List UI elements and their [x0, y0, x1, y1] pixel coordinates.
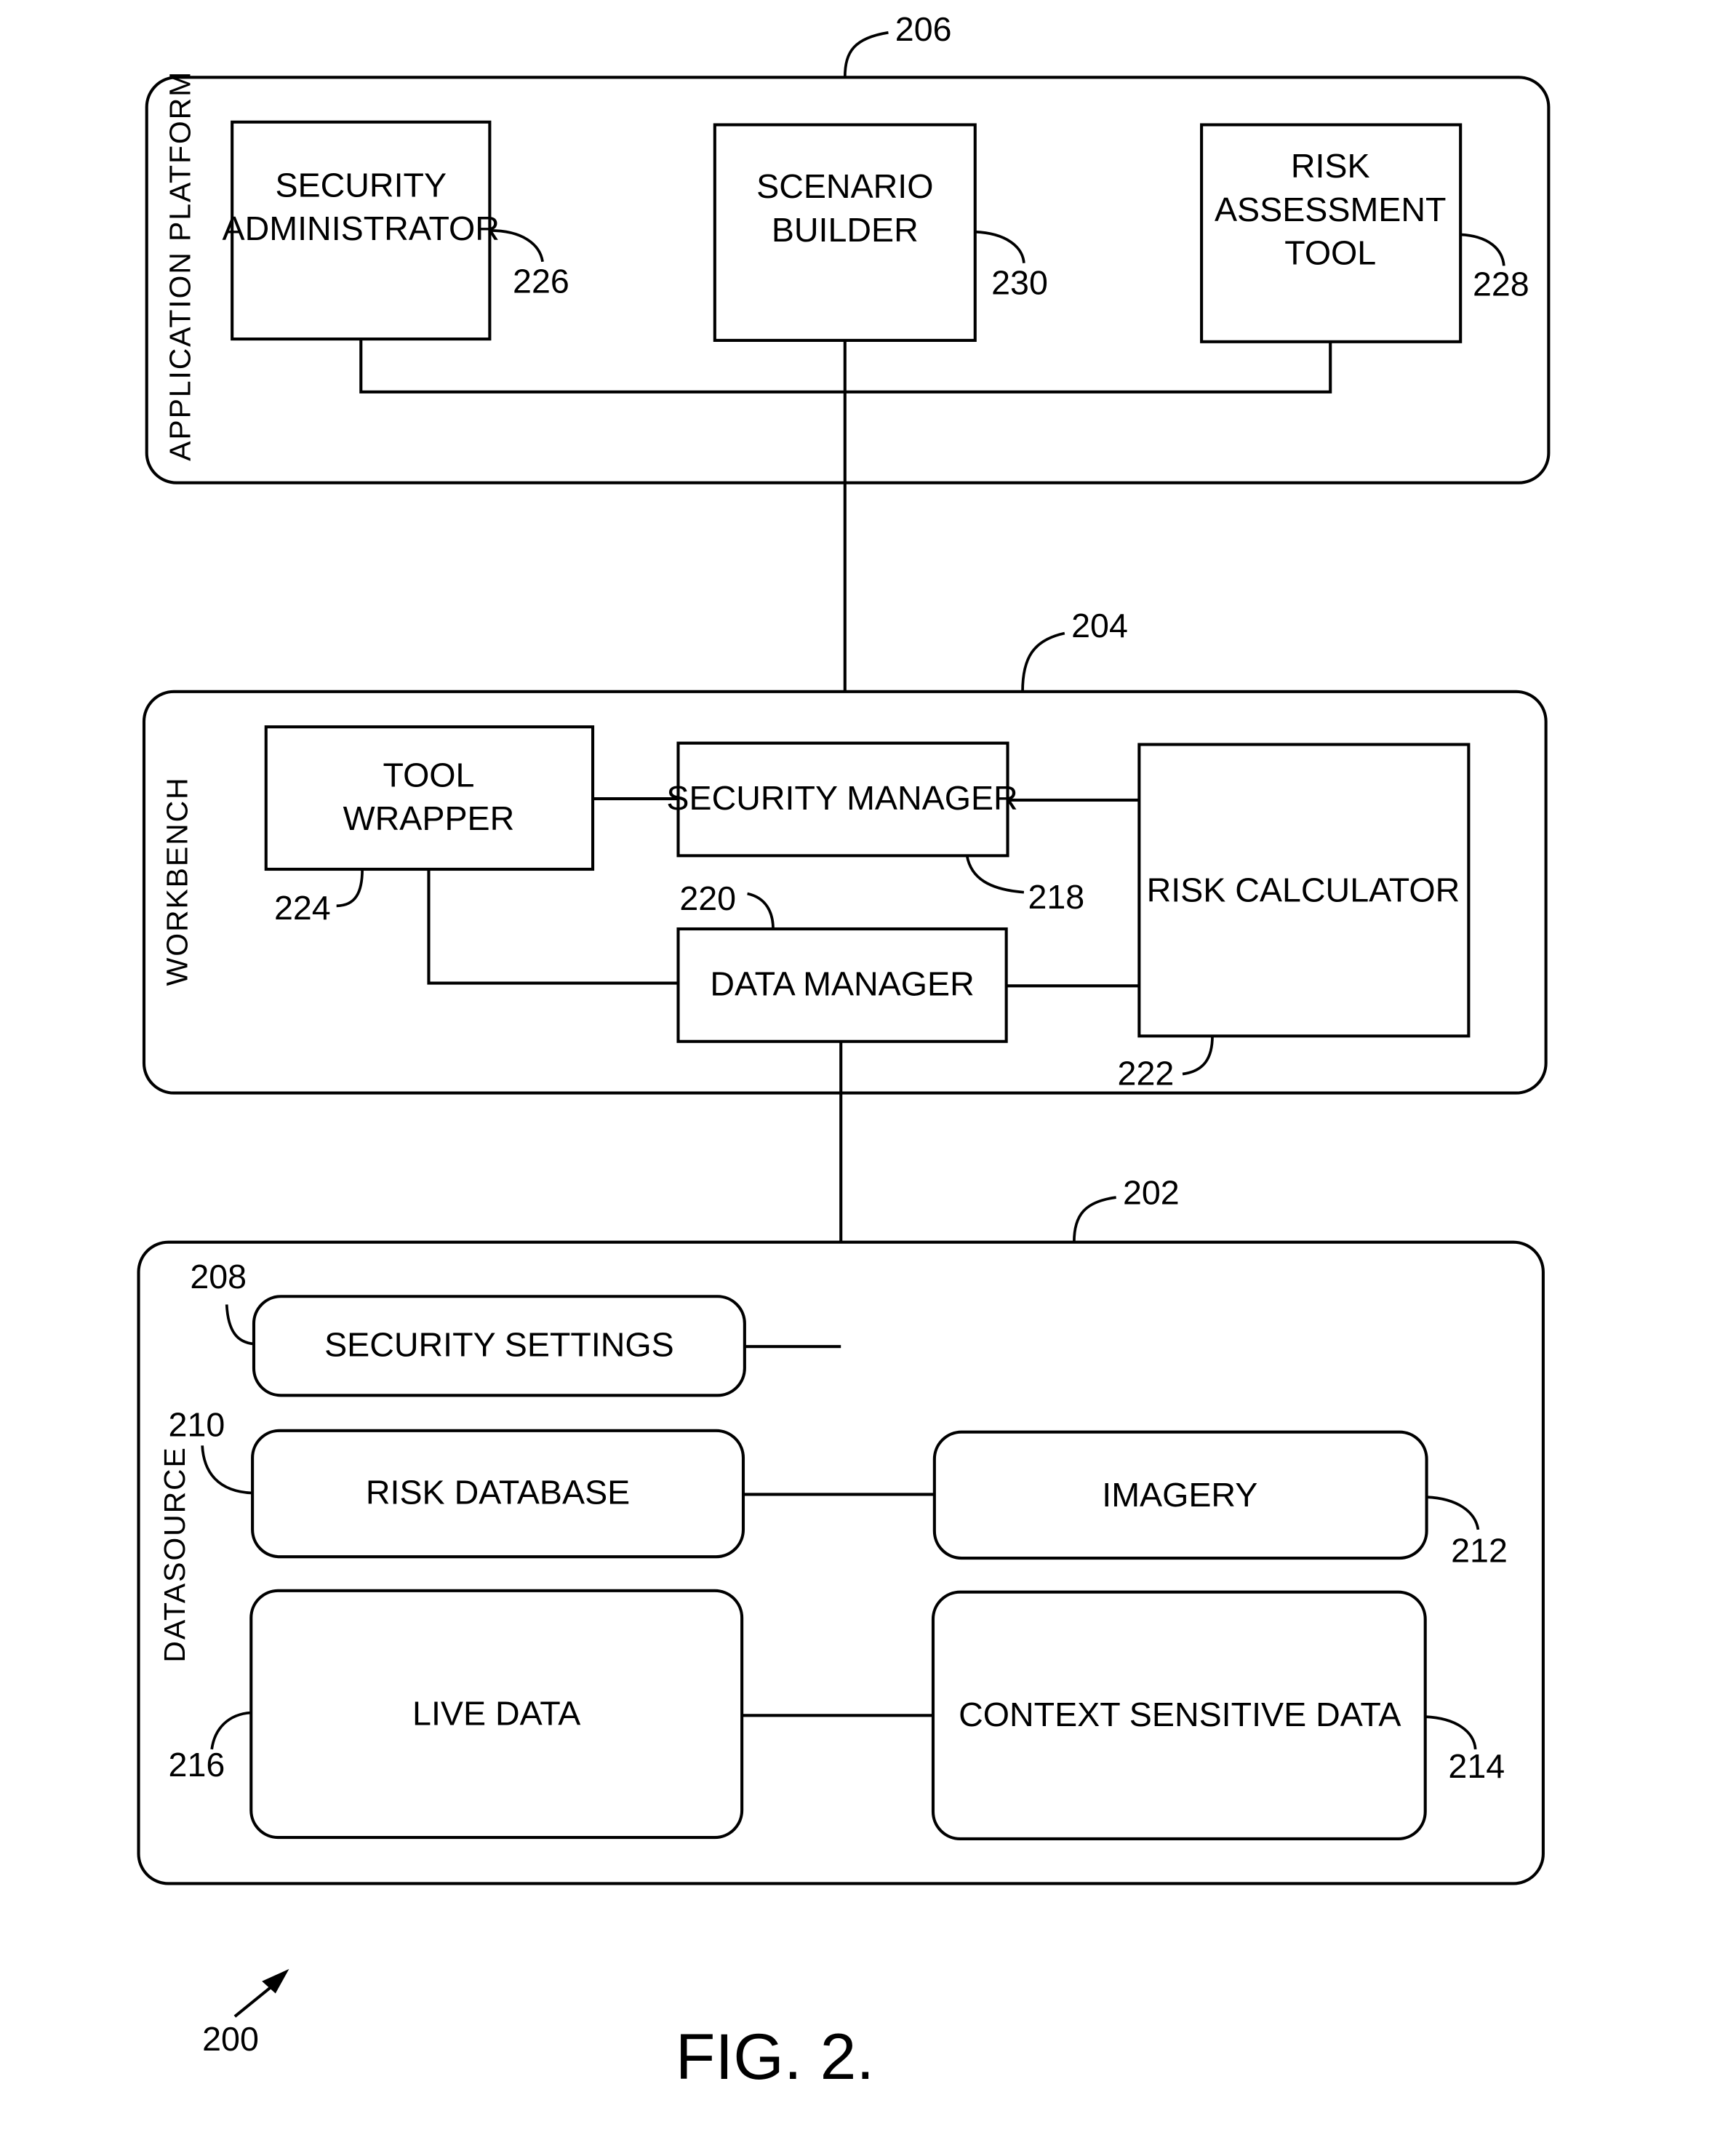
security-administrator-line2: ADMINISTRATOR [223, 209, 500, 247]
block-diagram: APPLICATION PLATFORM 206 SECURITY ADMINI… [137, 10, 1551, 2093]
workbench-label: WORKBENCH [161, 776, 194, 986]
ref-228: 228 [1473, 265, 1529, 303]
ref-214: 214 [1448, 1747, 1505, 1785]
application-platform-label: APPLICATION PLATFORM [163, 71, 196, 461]
ref-204: 204 [1071, 607, 1128, 644]
data-manager-label: DATA MANAGER [710, 965, 974, 1002]
security-manager-label: SECURITY MANAGER [666, 779, 1017, 817]
risk-database-label: RISK DATABASE [366, 1473, 630, 1511]
ref-224: 224 [274, 889, 331, 927]
context-sensitive-data-label: CONTEXT SENSITIVE DATA [959, 1696, 1401, 1733]
scenario-builder-line1: SCENARIO [756, 167, 933, 205]
imagery-label: IMAGERY [1102, 1476, 1257, 1514]
scenario-builder-line2: BUILDER [772, 211, 919, 249]
ref-222: 222 [1118, 1054, 1175, 1092]
ref-216: 216 [169, 1746, 225, 1784]
ref-212: 212 [1451, 1532, 1508, 1570]
tool-wrapper-line1: TOOL [383, 756, 474, 794]
figure-reference: 200 [202, 1968, 289, 2058]
ref-210: 210 [169, 1405, 225, 1443]
figure-title: FIG. 2. [676, 2020, 874, 2093]
risk-calculator-label: RISK CALCULATOR [1147, 871, 1460, 909]
risk-assessment-tool-line3: TOOL [1284, 234, 1376, 272]
datasource-label: DATASOURCE [158, 1446, 191, 1662]
ref-202: 202 [1123, 1173, 1180, 1211]
tool-wrapper-line2: WRAPPER [343, 799, 515, 837]
ref-226: 226 [513, 263, 569, 300]
risk-assessment-tool-line1: RISK [1291, 147, 1370, 185]
tool-wrapper-box [264, 725, 595, 871]
ref-204-leader [1021, 631, 1065, 692]
live-data-label: LIVE DATA [412, 1694, 580, 1732]
application-platform-group: APPLICATION PLATFORM 206 SECURITY ADMINI… [145, 10, 1551, 484]
ref-220: 220 [679, 879, 736, 917]
datasource-group: DATASOURCE 202 SECURITY SETTINGS 208 RIS… [137, 1173, 1545, 1885]
ref-200: 200 [202, 2020, 259, 2058]
risk-assessment-tool-line2: ASSESSMENT [1215, 191, 1446, 228]
ref-202-leader [1073, 1196, 1116, 1242]
security-administrator-line1: SECURITY [275, 166, 447, 204]
ref-230: 230 [991, 264, 1048, 302]
ref-206-leader [843, 31, 889, 78]
ref-218: 218 [1028, 878, 1084, 916]
ref-206: 206 [895, 10, 952, 48]
security-settings-label: SECURITY SETTINGS [324, 1325, 674, 1363]
ref-208: 208 [190, 1258, 247, 1295]
